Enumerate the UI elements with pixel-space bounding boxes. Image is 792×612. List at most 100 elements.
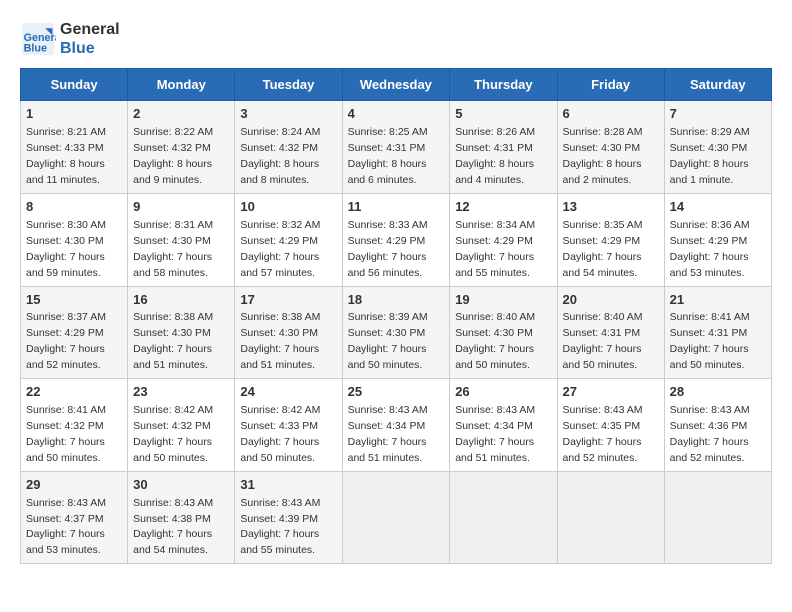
- day-cell-15: 15Sunrise: 8:37 AMSunset: 4:29 PMDayligh…: [21, 286, 128, 379]
- day-number: 17: [240, 291, 336, 310]
- day-sunrise: Sunrise: 8:30 AM: [26, 219, 106, 231]
- day-sunrise: Sunrise: 8:28 AM: [563, 126, 643, 138]
- day-sunrise: Sunrise: 8:43 AM: [563, 404, 643, 416]
- day-sunrise: Sunrise: 8:41 AM: [26, 404, 106, 416]
- day-cell-23: 23 Sunrise: 8:42 AM Sunset: 4:32 PM Dayligh…: [128, 379, 235, 472]
- day-daylight: Daylight: 7 hours and 51 minutes.: [455, 436, 534, 464]
- day-cell-28: 28Sunrise: 8:43 AMSunset: 4:36 PMDayligh…: [664, 379, 771, 472]
- col-header-saturday: Saturday: [664, 69, 771, 101]
- day-number: 30: [133, 476, 229, 495]
- day-sunrise: Sunrise: 8:43 AM: [240, 497, 320, 509]
- day-sunrise: Sunrise: 8:35 AM: [563, 219, 643, 231]
- day-sunset: Sunset: 4:39 PM: [240, 513, 318, 525]
- col-header-sunday: Sunday: [21, 69, 128, 101]
- day-sunrise: Sunrise: 8:33 AM: [348, 219, 428, 231]
- day-cell-20: 20Sunrise: 8:40 AMSunset: 4:31 PMDayligh…: [557, 286, 664, 379]
- day-cell-31: 31Sunrise: 8:43 AMSunset: 4:39 PMDayligh…: [235, 471, 342, 564]
- day-daylight: Daylight: 7 hours and 50 minutes.: [26, 436, 105, 464]
- calendar-header-row: SundayMondayTuesdayWednesdayThursdayFrid…: [21, 69, 772, 101]
- day-sunset: Sunset: 4:31 PM: [455, 142, 533, 154]
- day-daylight: Daylight: 8 hours and 9 minutes.: [133, 158, 212, 186]
- day-cell-22: 22Sunrise: 8:41 AMSunset: 4:32 PMDayligh…: [21, 379, 128, 472]
- day-cell-21: 21Sunrise: 8:41 AMSunset: 4:31 PMDayligh…: [664, 286, 771, 379]
- day-sunrise: Sunrise: 8:25 AM: [348, 126, 428, 138]
- day-number: 16: [133, 291, 229, 310]
- day-sunset: Sunset: 4:29 PM: [563, 235, 641, 247]
- day-sunrise: Sunrise: 8:39 AM: [348, 311, 428, 323]
- day-cell-17: 17Sunrise: 8:38 AMSunset: 4:30 PMDayligh…: [235, 286, 342, 379]
- day-sunset: Sunset: 4:33 PM: [240, 420, 318, 432]
- day-sunset: Sunset: 4:34 PM: [348, 420, 426, 432]
- day-sunset: Sunset: 4:33 PM: [26, 142, 104, 154]
- col-header-wednesday: Wednesday: [342, 69, 450, 101]
- day-cell-16: 16Sunrise: 8:38 AMSunset: 4:30 PMDayligh…: [128, 286, 235, 379]
- day-sunrise: Sunrise: 8:43 AM: [348, 404, 428, 416]
- day-sunset: Sunset: 4:29 PM: [26, 327, 104, 339]
- day-sunrise: Sunrise: 8:43 AM: [670, 404, 750, 416]
- day-sunrise: Sunrise: 8:40 AM: [563, 311, 643, 323]
- day-daylight: Daylight: 7 hours and 50 minutes.: [348, 343, 427, 371]
- day-sunset: Sunset: 4:30 PM: [455, 327, 533, 339]
- day-number: 27: [563, 383, 659, 402]
- day-number: 4: [348, 105, 445, 124]
- day-sunrise: Sunrise: 8:24 AM: [240, 126, 320, 138]
- day-daylight: Daylight: 7 hours and 50 minutes.: [240, 436, 319, 464]
- day-daylight: Daylight: 7 hours and 57 minutes.: [240, 251, 319, 279]
- day-sunset: Sunset: 4:31 PM: [348, 142, 426, 154]
- day-sunset: Sunset: 4:36 PM: [670, 420, 748, 432]
- day-sunrise: Sunrise: 8:22 AM: [133, 126, 213, 138]
- day-number: 6: [563, 105, 659, 124]
- day-number: 26: [455, 383, 551, 402]
- day-sunset: Sunset: 4:29 PM: [455, 235, 533, 247]
- day-sunrise: Sunrise: 8:42 AM: [133, 404, 213, 416]
- day-sunset: Sunset: 4:29 PM: [670, 235, 748, 247]
- day-number: 9: [133, 198, 229, 217]
- col-header-monday: Monday: [128, 69, 235, 101]
- col-header-thursday: Thursday: [450, 69, 557, 101]
- day-number: 5: [455, 105, 551, 124]
- day-number: 12: [455, 198, 551, 217]
- day-cell-12: 12 Sunrise: 8:34 AM Sunset: 4:29 PM Dayligh…: [450, 193, 557, 286]
- day-sunrise: Sunrise: 8:41 AM: [670, 311, 750, 323]
- day-sunrise: Sunrise: 8:36 AM: [670, 219, 750, 231]
- empty-cell: [450, 471, 557, 564]
- day-number: 2: [133, 105, 229, 124]
- day-cell-24: 24Sunrise: 8:42 AMSunset: 4:33 PMDayligh…: [235, 379, 342, 472]
- day-cell-29: 29Sunrise: 8:43 AMSunset: 4:37 PMDayligh…: [21, 471, 128, 564]
- day-sunset: Sunset: 4:29 PM: [348, 235, 426, 247]
- day-sunrise: Sunrise: 8:34 AM: [455, 219, 535, 231]
- day-daylight: Daylight: 7 hours and 50 minutes.: [563, 343, 642, 371]
- day-daylight: Daylight: 7 hours and 53 minutes.: [670, 251, 749, 279]
- day-number: 31: [240, 476, 336, 495]
- day-sunrise: Sunrise: 8:32 AM: [240, 219, 320, 231]
- day-number: 8: [26, 198, 122, 217]
- day-daylight: Daylight: 7 hours and 51 minutes.: [240, 343, 319, 371]
- day-cell-19: 19Sunrise: 8:40 AMSunset: 4:30 PMDayligh…: [450, 286, 557, 379]
- day-number: 23: [133, 383, 229, 402]
- day-number: 29: [26, 476, 122, 495]
- day-sunrise: Sunrise: 8:43 AM: [26, 497, 106, 509]
- day-sunset: Sunset: 4:30 PM: [563, 142, 641, 154]
- day-number: 7: [670, 105, 766, 124]
- day-number: 22: [26, 383, 122, 402]
- day-sunset: Sunset: 4:31 PM: [670, 327, 748, 339]
- day-daylight: Daylight: 7 hours and 53 minutes.: [26, 528, 105, 556]
- day-sunset: Sunset: 4:32 PM: [133, 420, 211, 432]
- day-sunrise: Sunrise: 8:21 AM: [26, 126, 106, 138]
- week-row-3: 15Sunrise: 8:37 AMSunset: 4:29 PMDayligh…: [21, 286, 772, 379]
- day-sunrise: Sunrise: 8:43 AM: [455, 404, 535, 416]
- day-sunrise: Sunrise: 8:38 AM: [240, 311, 320, 323]
- week-row-5: 29Sunrise: 8:43 AMSunset: 4:37 PMDayligh…: [21, 471, 772, 564]
- day-daylight: Daylight: 7 hours and 50 minutes.: [455, 343, 534, 371]
- day-daylight: Daylight: 7 hours and 52 minutes.: [563, 436, 642, 464]
- day-sunrise: Sunrise: 8:31 AM: [133, 219, 213, 231]
- day-cell-27: 27Sunrise: 8:43 AMSunset: 4:35 PMDayligh…: [557, 379, 664, 472]
- day-daylight: Daylight: 7 hours and 55 minutes.: [455, 251, 534, 279]
- day-daylight: Daylight: 7 hours and 50 minutes.: [133, 436, 212, 464]
- day-sunset: Sunset: 4:29 PM: [240, 235, 318, 247]
- svg-text:Blue: Blue: [24, 43, 47, 55]
- day-number: 28: [670, 383, 766, 402]
- day-cell-10: 10Sunrise: 8:32 AMSunset: 4:29 PMDayligh…: [235, 193, 342, 286]
- day-daylight: Daylight: 7 hours and 51 minutes.: [348, 436, 427, 464]
- day-cell-25: 25Sunrise: 8:43 AMSunset: 4:34 PMDayligh…: [342, 379, 450, 472]
